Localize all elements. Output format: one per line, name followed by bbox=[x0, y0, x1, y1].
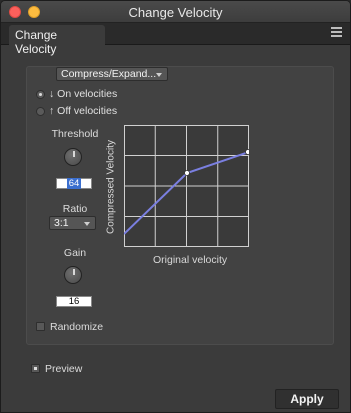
threshold-knob[interactable] bbox=[64, 148, 82, 166]
on-velocities-label: ↓ On velocities bbox=[49, 88, 118, 100]
threshold-point-handle[interactable] bbox=[184, 170, 190, 176]
chevron-down-icon bbox=[156, 73, 162, 77]
gain-field[interactable]: 16 bbox=[56, 296, 92, 307]
mode-dropdown[interactable]: Compress/Expand... bbox=[56, 67, 168, 81]
gain-knob[interactable] bbox=[64, 266, 82, 284]
ratio-value: 3:1 bbox=[54, 217, 69, 229]
hamburger-menu-icon[interactable] bbox=[331, 27, 342, 39]
graph-x-axis-label: Original velocity bbox=[153, 254, 228, 266]
preview-option[interactable]: Preview bbox=[31, 362, 91, 376]
threshold-field[interactable]: 64 bbox=[56, 178, 92, 189]
off-velocities-option[interactable]: ↑ Off velocities bbox=[36, 104, 126, 118]
mode-dropdown-value: Compress/Expand... bbox=[61, 68, 157, 80]
ratio-dropdown[interactable]: 3:1 bbox=[49, 216, 96, 230]
tab-bar: Change Velocity bbox=[1, 23, 350, 56]
velocity-curve-graph[interactable] bbox=[124, 125, 249, 247]
on-velocities-radio[interactable] bbox=[36, 90, 45, 99]
apply-button[interactable]: Apply bbox=[275, 389, 339, 409]
on-velocities-option[interactable]: ↓ On velocities bbox=[36, 87, 126, 101]
threshold-label: Threshold bbox=[51, 128, 99, 140]
window-title: Change Velocity bbox=[128, 5, 223, 20]
ratio-label: Ratio bbox=[62, 203, 88, 215]
end-point-handle[interactable] bbox=[245, 149, 250, 155]
tab-change-velocity[interactable]: Change Velocity bbox=[9, 25, 105, 56]
title-bar: Change Velocity bbox=[1, 1, 350, 23]
change-velocity-window: Change Velocity Change Velocity Compress… bbox=[0, 0, 351, 413]
off-velocities-label: ↑ Off velocities bbox=[49, 105, 118, 117]
randomize-option[interactable]: Randomize bbox=[36, 320, 106, 334]
knob-pointer-icon bbox=[73, 269, 75, 275]
gain-label: Gain bbox=[63, 247, 87, 259]
preview-label: Preview bbox=[45, 363, 83, 375]
chevron-down-icon bbox=[84, 222, 90, 226]
threshold-value: 64 bbox=[66, 178, 82, 189]
preview-checkbox[interactable] bbox=[31, 364, 40, 373]
randomize-checkbox[interactable] bbox=[36, 322, 45, 331]
off-velocities-radio[interactable] bbox=[36, 107, 45, 116]
randomize-label: Randomize bbox=[50, 321, 104, 333]
knob-pointer-icon bbox=[73, 151, 75, 157]
graph-y-axis-label: Compressed Velocity bbox=[105, 140, 117, 234]
